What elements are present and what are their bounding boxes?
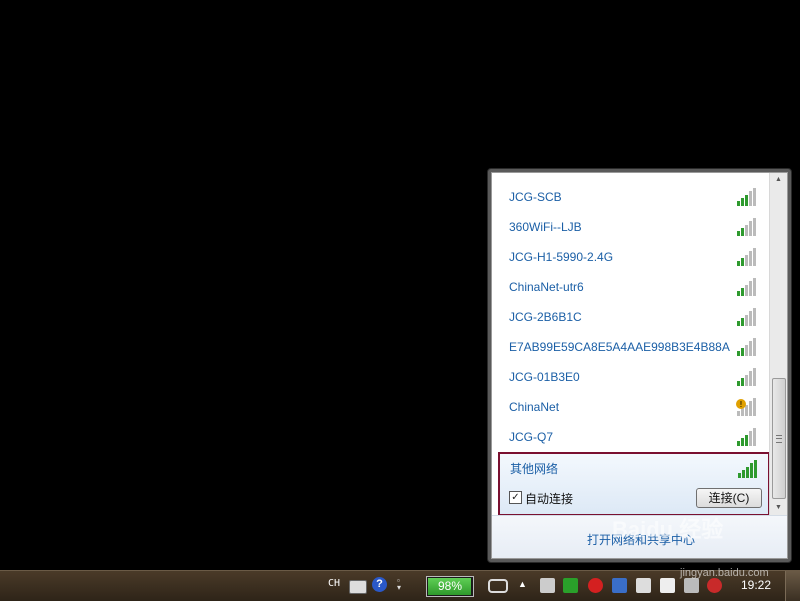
signal-strength-icon: [737, 218, 756, 236]
svg-text:!: !: [739, 400, 742, 409]
volume-muted-icon[interactable]: [707, 578, 722, 593]
secured-signal-icon: !: [736, 398, 756, 416]
scroll-up-icon[interactable]: ▲: [770, 173, 787, 187]
device-icon[interactable]: [540, 578, 555, 593]
document-error-icon[interactable]: [636, 578, 651, 593]
signal-strength-icon: [738, 460, 757, 478]
network-list-scrollbar[interactable]: ▲ ▼: [769, 173, 787, 515]
network-name: E7AB99E59CA8E5A4AAE998B3E4B88A: [509, 340, 730, 354]
ime-options-icon[interactable]: ▫ ▾: [397, 577, 405, 592]
security-shield-icon[interactable]: [563, 578, 578, 593]
app-tray-icon[interactable]: [612, 578, 627, 593]
signal-strength-icon: [737, 368, 756, 386]
network-name: ChinaNet: [509, 400, 560, 414]
show-hidden-icons-icon[interactable]: ▲: [518, 579, 527, 597]
show-desktop-button[interactable]: [785, 571, 800, 601]
signal-strength-icon: [737, 248, 756, 266]
network-item[interactable]: JCG-01B3E0: [509, 366, 769, 390]
signal-strength-icon: [737, 188, 756, 206]
network-item[interactable]: JCG-H1-5990-2.4G: [509, 246, 769, 270]
grip-icon: [776, 435, 782, 443]
other-network-item[interactable]: 其他网络 ✓ 自动连接 连接(C): [498, 452, 770, 515]
network-name: JCG-Q7: [509, 430, 554, 444]
network-item[interactable]: ChinaNet-utr6: [509, 276, 769, 300]
auto-connect-label: 自动连接: [525, 492, 574, 506]
network-item[interactable]: JCG-Q7: [509, 426, 769, 450]
network-item[interactable]: E7AB99E59CA8E5A4AAE998B3E4B88A: [509, 336, 769, 360]
signal-strength-icon: [737, 428, 756, 446]
wifi-popup: JCG-SCB 360WiFi--LJB JCG-H1-5990-2.4G Ch…: [487, 168, 792, 563]
battery-percent: 98%: [437, 579, 463, 593]
network-name: JCG-H1-5990-2.4G: [509, 250, 614, 264]
network-item[interactable]: ChinaNet !: [509, 396, 769, 420]
signal-strength-icon: [737, 308, 756, 326]
network-list: JCG-SCB 360WiFi--LJB JCG-H1-5990-2.4G Ch…: [492, 173, 772, 515]
scrollbar-thumb[interactable]: [772, 378, 786, 499]
network-name: JCG-SCB: [509, 190, 562, 204]
network-item[interactable]: 360WiFi--LJB: [509, 216, 769, 240]
network-name: JCG-01B3E0: [509, 370, 580, 384]
connect-button[interactable]: 连接(C): [696, 488, 762, 508]
signal-strength-icon: [737, 278, 756, 296]
network-name: ChinaNet-utr6: [509, 280, 584, 294]
network-item[interactable]: JCG-2B6B1C: [509, 306, 769, 330]
battery-indicator[interactable]: 98%: [426, 576, 474, 597]
wifi-popup-body: JCG-SCB 360WiFi--LJB JCG-H1-5990-2.4G Ch…: [491, 172, 788, 559]
clock[interactable]: 19:22: [741, 578, 771, 596]
weibo-icon[interactable]: [588, 578, 603, 593]
scroll-down-icon[interactable]: ▼: [770, 501, 787, 515]
network-name: JCG-2B6B1C: [509, 310, 582, 324]
auto-connect-checkbox[interactable]: ✓: [509, 491, 522, 504]
network-warning-icon[interactable]: [684, 578, 699, 593]
keyboard-icon[interactable]: [349, 580, 367, 594]
network-item[interactable]: JCG-SCB: [509, 186, 769, 210]
network-name: 360WiFi--LJB: [509, 220, 582, 234]
power-plug-icon[interactable]: [488, 579, 508, 593]
clipboard-icon[interactable]: [660, 578, 675, 593]
signal-strength-icon: [737, 338, 756, 356]
language-indicator[interactable]: CH: [328, 578, 340, 596]
watermark-url: jingyan.baidu.com: [680, 567, 769, 579]
help-icon[interactable]: ?: [372, 577, 387, 592]
other-network-name: 其他网络: [510, 462, 559, 476]
baidu-watermark: Baidu 经验: [612, 517, 724, 542]
